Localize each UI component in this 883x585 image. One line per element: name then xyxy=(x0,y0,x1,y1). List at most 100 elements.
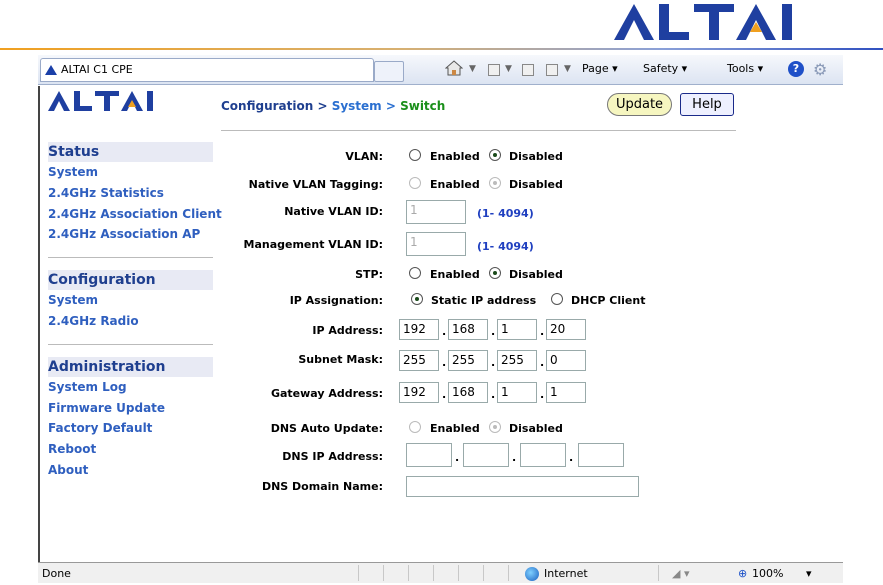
page-content: Configuration > System > Switch Update H… xyxy=(38,86,843,562)
zone-label: Internet xyxy=(544,567,588,580)
ip-octet-1-input[interactable]: 192 xyxy=(399,319,439,340)
gateway-row: Gateway Address: 192 . 168 . 1 . 1 xyxy=(221,382,671,404)
native-tagging-disabled-label: Disabled xyxy=(509,178,563,191)
altai-tab-icon xyxy=(45,65,57,75)
native-tagging-enabled-label: Enabled xyxy=(430,178,480,191)
status-bar: Done Internet ◢ ▾ ⊕ 100% ▾ xyxy=(38,562,843,583)
dhcp-client-radio[interactable] xyxy=(551,293,563,305)
mask-octet-2-input[interactable]: 255 xyxy=(448,350,488,371)
altai-logo xyxy=(614,4,792,40)
dhcp-client-label: DHCP Client xyxy=(571,294,646,307)
stp-disabled-label: Disabled xyxy=(509,268,563,281)
dns-domain-label: DNS Domain Name: xyxy=(261,480,383,493)
header-divider xyxy=(221,130,736,131)
altai-header-logo xyxy=(48,91,153,111)
native-vlan-id-label: Native VLAN ID: xyxy=(284,205,383,218)
mail-icon[interactable] xyxy=(522,64,534,76)
gear-icon[interactable]: ⚙ xyxy=(813,60,827,79)
print-dropdown-icon[interactable]: ▼ xyxy=(564,64,571,74)
sidebar-item-firmware-update[interactable]: Firmware Update xyxy=(48,398,213,419)
dns-octet-1-input[interactable] xyxy=(406,443,452,467)
ip-octet-2-input[interactable]: 168 xyxy=(448,319,488,340)
vlan-enabled-radio[interactable] xyxy=(409,149,421,161)
vlan-label: VLAN: xyxy=(345,150,383,163)
new-tab-button[interactable] xyxy=(374,61,404,82)
dns-octet-3-input[interactable] xyxy=(520,443,566,467)
dns-octet-4-input[interactable] xyxy=(578,443,624,467)
stp-disabled-radio[interactable] xyxy=(489,267,501,279)
sidebar-divider xyxy=(48,343,213,345)
breadcrumb: Configuration > System > Switch xyxy=(221,99,446,113)
native-vlan-id-row: Native VLAN ID: 1 (1- 4094) xyxy=(221,200,671,224)
stp-row: STP: Enabled Disabled xyxy=(221,265,671,285)
static-ip-label: Static IP address xyxy=(431,294,537,307)
print-icon[interactable] xyxy=(546,64,558,76)
native-vlan-id-range: (1- 4094) xyxy=(477,207,534,220)
gw-octet-3-input[interactable]: 1 xyxy=(497,382,537,403)
tools-menu[interactable]: Tools ▾ xyxy=(727,62,763,75)
native-vlan-id-input[interactable]: 1 xyxy=(406,200,466,224)
stp-enabled-radio[interactable] xyxy=(409,267,421,279)
subnet-mask-label: Subnet Mask: xyxy=(298,353,383,366)
ip-address-label: IP Address: xyxy=(312,324,383,337)
dns-octet-2-input[interactable] xyxy=(463,443,509,467)
ip-assign-row: IP Assignation: Static IP address DHCP C… xyxy=(221,291,701,311)
internet-zone-icon xyxy=(525,567,539,581)
gw-octet-2-input[interactable]: 168 xyxy=(448,382,488,403)
brand-divider xyxy=(0,48,883,50)
dns-ip-label: DNS IP Address: xyxy=(282,450,383,463)
dns-domain-input[interactable] xyxy=(406,476,639,497)
dns-domain-row: DNS Domain Name: xyxy=(221,476,681,498)
help-icon[interactable]: ? xyxy=(788,61,804,77)
dns-auto-enabled-label: Enabled xyxy=(430,422,480,435)
ip-octet-4-input[interactable]: 20 xyxy=(546,319,586,340)
native-tagging-enabled-radio[interactable] xyxy=(409,177,421,189)
native-tagging-row: Native VLAN Tagging: Enabled Disabled xyxy=(221,175,671,195)
zoom-level[interactable]: 100% xyxy=(752,567,783,580)
ip-octet-3-input[interactable]: 1 xyxy=(497,319,537,340)
help-button[interactable]: Help xyxy=(680,93,734,116)
home-dropdown-icon[interactable]: ▼ xyxy=(469,64,476,74)
mask-octet-1-input[interactable]: 255 xyxy=(399,350,439,371)
feeds-icon[interactable] xyxy=(488,64,500,76)
browser-toolbar: ALTAI C1 CPE ▼ ▼ ▼ Page ▾ Safety ▾ Tools… xyxy=(38,55,843,85)
zoom-dropdown-icon[interactable]: ▾ xyxy=(806,567,812,580)
feeds-dropdown-icon[interactable]: ▼ xyxy=(505,64,512,74)
gw-octet-1-input[interactable]: 192 xyxy=(399,382,439,403)
vlan-disabled-label: Disabled xyxy=(509,150,563,163)
browser-tab[interactable]: ALTAI C1 CPE xyxy=(40,58,374,82)
page-menu[interactable]: Page ▾ xyxy=(582,62,618,75)
home-icon[interactable] xyxy=(445,59,463,77)
static-ip-radio[interactable] xyxy=(411,293,423,305)
gateway-label: Gateway Address: xyxy=(270,387,383,400)
stp-label: STP: xyxy=(355,268,383,281)
update-button[interactable]: Update xyxy=(607,93,672,116)
mgmt-vlan-id-label: Management VLAN ID: xyxy=(243,238,384,251)
sidebar-item-about[interactable]: About xyxy=(48,460,213,481)
ip-assign-label: IP Assignation: xyxy=(289,294,383,307)
mgmt-vlan-id-range: (1- 4094) xyxy=(477,240,534,253)
dns-auto-row: DNS Auto Update: Enabled Disabled xyxy=(221,419,671,439)
dns-auto-enabled-radio[interactable] xyxy=(409,421,421,433)
stp-enabled-label: Enabled xyxy=(430,268,480,281)
vlan-enabled-label: Enabled xyxy=(430,150,480,163)
sidebar-divider xyxy=(48,257,213,259)
dns-auto-disabled-label: Disabled xyxy=(509,422,563,435)
mgmt-vlan-id-input[interactable]: 1 xyxy=(406,232,466,256)
native-tagging-label: Native VLAN Tagging: xyxy=(248,178,383,191)
mgmt-vlan-id-row: Management VLAN ID: 1 (1- 4094) xyxy=(221,232,671,256)
dns-auto-label: DNS Auto Update: xyxy=(270,422,383,435)
status-text: Done xyxy=(42,567,71,580)
vlan-disabled-radio[interactable] xyxy=(489,149,501,161)
subnet-mask-row: Subnet Mask: 255 . 255 . 255 . 0 xyxy=(221,350,671,372)
dns-auto-disabled-radio[interactable] xyxy=(489,421,501,433)
zoom-icon[interactable]: ⊕ xyxy=(738,567,747,580)
vlan-row: VLAN: Enabled Disabled xyxy=(221,147,671,167)
gw-octet-4-input[interactable]: 1 xyxy=(546,382,586,403)
mask-octet-4-input[interactable]: 0 xyxy=(546,350,586,371)
protected-mode-icon[interactable]: ◢ ▾ xyxy=(672,567,689,580)
safety-menu[interactable]: Safety ▾ xyxy=(643,62,687,75)
native-tagging-disabled-radio[interactable] xyxy=(489,177,501,189)
mask-octet-3-input[interactable]: 255 xyxy=(497,350,537,371)
ip-address-row: IP Address: 192 . 168 . 1 . 20 xyxy=(221,319,671,341)
